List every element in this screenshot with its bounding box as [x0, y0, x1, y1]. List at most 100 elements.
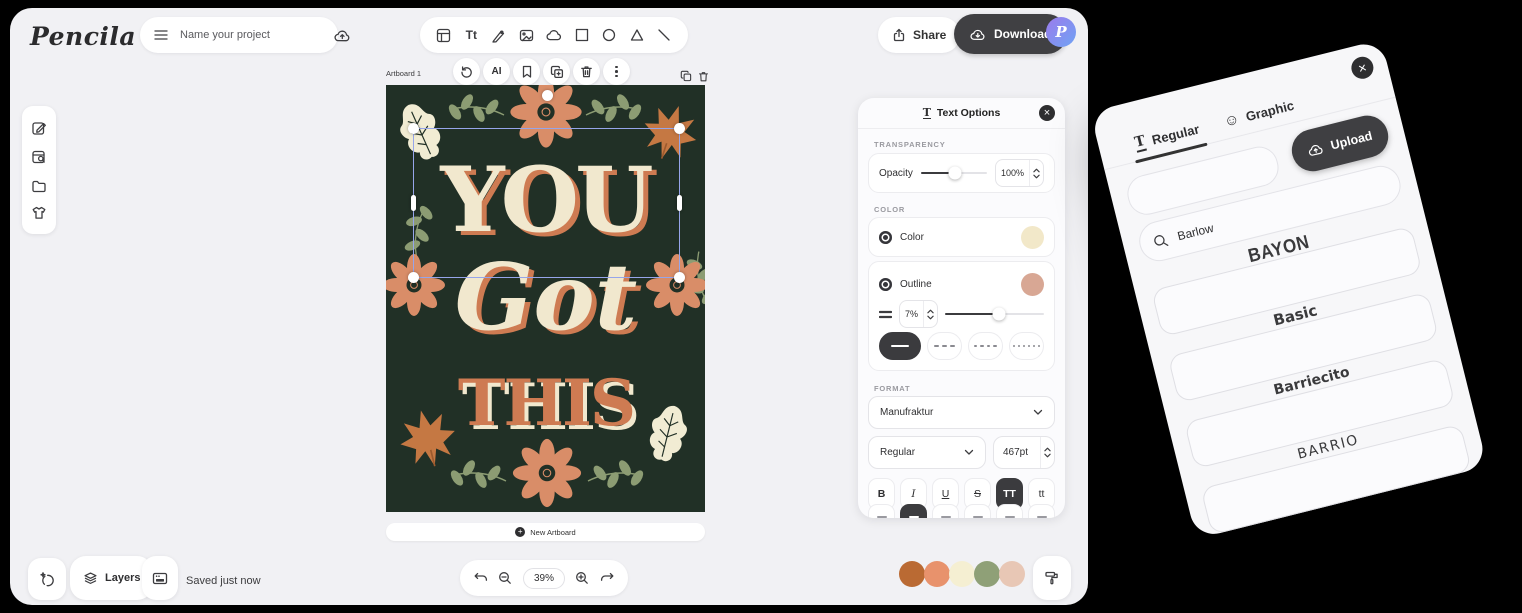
share-button[interactable]: Share — [878, 17, 960, 53]
tshirt-icon[interactable] — [31, 206, 47, 220]
palette-swatch-4[interactable] — [974, 561, 1000, 587]
tab-graphic[interactable]: ☺ Graphic — [1220, 89, 1297, 138]
image-tool-icon[interactable] — [516, 25, 536, 45]
opacity-slider[interactable] — [921, 172, 987, 175]
tab-regular[interactable]: T Regular — [1131, 113, 1203, 161]
recolor-button[interactable] — [1033, 556, 1071, 600]
palette-swatch-2[interactable] — [924, 561, 950, 587]
app-window: Pencila Tt — [10, 8, 1088, 605]
square-tool-icon[interactable] — [572, 25, 592, 45]
line-tool-icon[interactable] — [654, 25, 674, 45]
template-search-icon[interactable] — [31, 149, 47, 165]
selection-handle-tr[interactable] — [674, 123, 685, 134]
chevron-down-icon — [964, 449, 974, 456]
text-serif-icon: T — [1133, 134, 1147, 153]
fill-color-swatch[interactable] — [1021, 226, 1044, 249]
selection-box[interactable] — [413, 128, 680, 278]
zoom-out-icon[interactable] — [498, 571, 512, 585]
delete-artboard-icon[interactable] — [698, 71, 709, 82]
close-panel-button[interactable]: × — [1039, 105, 1055, 121]
fill-color-row[interactable]: Color — [868, 217, 1055, 257]
outline-color-swatch[interactable] — [1021, 273, 1044, 296]
palette-swatch-1[interactable] — [899, 561, 925, 587]
font-size-box[interactable]: 467pt — [993, 436, 1055, 469]
outline-ring-icon — [879, 278, 892, 291]
delete-button[interactable] — [573, 58, 600, 85]
account-avatar[interactable]: P — [1046, 17, 1076, 47]
layout-tool-icon[interactable] — [434, 25, 454, 45]
bookmark-button[interactable] — [513, 58, 540, 85]
outline-width-stepper[interactable] — [923, 301, 937, 327]
duplicate-artboard-icon[interactable] — [680, 70, 692, 82]
pen-tool-icon[interactable] — [489, 25, 509, 45]
font-weight-select[interactable]: Regular — [868, 436, 986, 469]
magic-select-button[interactable] — [28, 558, 66, 600]
smiley-icon: ☺ — [1222, 110, 1241, 130]
zoom-level-value[interactable]: 39% — [523, 568, 565, 589]
tab-graphic-label: Graphic — [1244, 98, 1295, 124]
opacity-value-box[interactable]: 100% — [995, 159, 1044, 187]
outline-label: Outline — [900, 279, 1013, 290]
redo-icon[interactable] — [600, 572, 615, 584]
selection-handle-left[interactable] — [411, 195, 416, 211]
selection-rotate-handle[interactable] — [542, 90, 553, 101]
palette-swatch-3[interactable] — [949, 561, 975, 587]
outline-width-slider[interactable] — [945, 313, 1044, 316]
sparkle-lasso-icon — [39, 571, 56, 588]
new-artboard-button[interactable]: + New Artboard — [386, 523, 705, 541]
transparency-section-label: TRANSPARENCY — [874, 140, 946, 149]
left-sidebar — [22, 106, 56, 234]
project-name-input[interactable] — [178, 28, 324, 42]
layers-button[interactable]: Layers — [70, 556, 153, 600]
color-section-label: COLOR — [874, 205, 905, 214]
align-button-3[interactable] — [932, 504, 959, 518]
plus-icon: + — [515, 527, 525, 537]
font-family-select[interactable]: Manufraktur — [868, 396, 1055, 429]
align-button-2[interactable] — [900, 504, 927, 518]
align-button-1[interactable] — [868, 504, 895, 518]
alignment-row — [868, 504, 1055, 518]
outline-width-box[interactable]: 7% — [899, 300, 938, 328]
align-button-6[interactable] — [1028, 504, 1055, 518]
more-options-button[interactable] — [603, 58, 630, 85]
reset-rotate-button[interactable] — [453, 58, 480, 85]
compose-icon[interactable] — [31, 120, 47, 136]
font-picker-panel: × T Regular ☺ Graphic Upload BAYON Basic — [1090, 39, 1488, 539]
line-style-solid[interactable] — [879, 332, 921, 360]
paint-roller-icon — [1044, 570, 1060, 586]
circle-tool-icon[interactable] — [599, 25, 619, 45]
selection-handle-bl[interactable] — [408, 272, 419, 283]
zoom-in-icon[interactable] — [575, 571, 589, 585]
layers-icon — [83, 571, 98, 586]
palette-swatch-5[interactable] — [999, 561, 1025, 587]
opacity-value: 100% — [996, 168, 1029, 178]
line-style-dash-large[interactable] — [927, 332, 962, 360]
selection-handle-tl[interactable] — [408, 123, 419, 134]
font-size-stepper[interactable] — [1040, 437, 1054, 468]
tab-regular-label: Regular — [1150, 121, 1201, 147]
cloud-upload-icon[interactable] — [334, 29, 351, 42]
search-icon — [1152, 232, 1170, 250]
text-options-header: T Text Options × — [858, 98, 1065, 129]
hamburger-menu-icon[interactable] — [154, 30, 168, 40]
artboard-mini-actions — [680, 70, 709, 82]
duplicate-button[interactable] — [543, 58, 570, 85]
opacity-stepper[interactable] — [1029, 160, 1043, 186]
trash-icon — [580, 65, 593, 78]
triangle-tool-icon[interactable] — [627, 25, 647, 45]
text-tool-icon[interactable]: Tt — [461, 25, 481, 45]
copy-plus-icon — [550, 65, 564, 79]
ai-button[interactable]: AI — [483, 58, 510, 85]
folder-icon[interactable] — [31, 179, 47, 193]
align-button-5[interactable] — [996, 504, 1023, 518]
rotate-ccw-icon — [460, 65, 473, 78]
selection-handle-right[interactable] — [677, 195, 682, 211]
undo-icon[interactable] — [473, 572, 488, 584]
align-button-4[interactable] — [964, 504, 991, 518]
project-name-field[interactable] — [140, 17, 338, 53]
cloud-tool-icon[interactable] — [544, 25, 564, 45]
mockup-button[interactable] — [142, 556, 178, 600]
selection-handle-br[interactable] — [674, 272, 685, 283]
line-style-dash-medium[interactable] — [968, 332, 1003, 360]
line-style-dotted[interactable] — [1009, 332, 1044, 360]
